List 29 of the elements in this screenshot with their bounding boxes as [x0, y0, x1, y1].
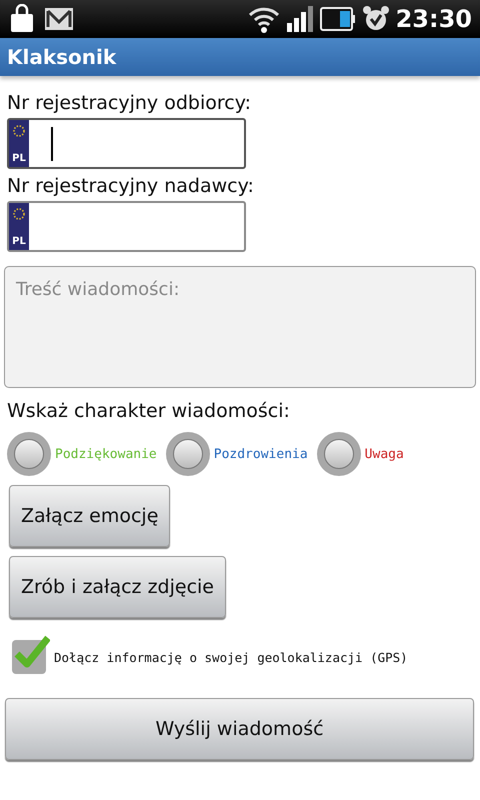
field-label: Nr rejestracyjny nadawcy:: [7, 174, 255, 199]
section-label: Wskaż charakter wiadomości:: [7, 399, 291, 424]
radio-label: Podziękowanie: [55, 446, 157, 462]
send-button[interactable]: Wyślij wiadomość: [5, 698, 474, 760]
window-title: Klaksonik: [7, 45, 116, 69]
mail-icon: [44, 6, 74, 32]
radio-button[interactable]: [7, 432, 51, 476]
field-label: Nr rejestracyjny odbiorcy:: [7, 91, 252, 116]
plate-input-field[interactable]: PL: [7, 201, 246, 252]
radio-button[interactable]: [316, 432, 361, 476]
radio-button[interactable]: [166, 432, 210, 476]
plate-input-field[interactable]: PL: [7, 118, 246, 169]
signal-icon: [286, 5, 314, 33]
check-icon: [14, 634, 50, 670]
checkbox-label: Dołącz informację o swojej geolokalizacji (GPS): [54, 650, 408, 664]
eu-stars-icon: [12, 207, 26, 221]
attach-button[interactable]: Zrób i załącz zdjęcie: [9, 556, 226, 618]
text-cursor: [51, 126, 53, 160]
wifi-icon: [248, 5, 280, 33]
clock-time: 23:30: [396, 5, 472, 33]
eu-stars-icon: [12, 124, 26, 138]
country-code: PL: [12, 236, 26, 247]
message-field[interactable]: Treść wiadomości:: [4, 266, 476, 388]
radio-label: Uwaga: [364, 446, 404, 462]
radio-label: Pozdrowienia: [214, 446, 308, 462]
alarm-clock-icon: [362, 5, 390, 33]
country-code: PL: [12, 153, 26, 164]
attach-button[interactable]: Załącz emocję: [9, 485, 170, 547]
battery-icon: [320, 7, 356, 31]
